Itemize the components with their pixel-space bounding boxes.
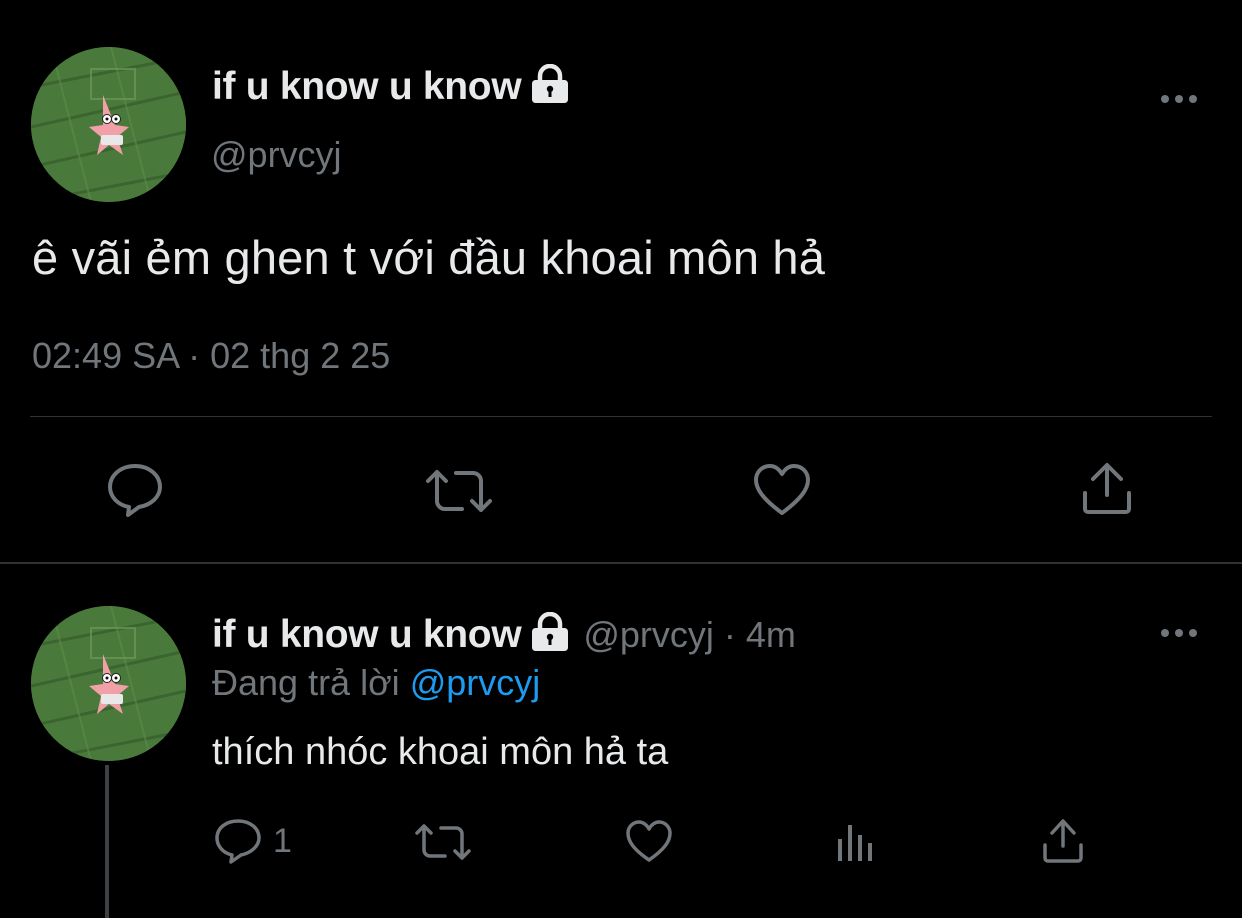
author-handle[interactable]: @prvcyj xyxy=(211,134,342,176)
lock-icon xyxy=(529,611,571,657)
main-tweet-avatar[interactable] xyxy=(31,47,186,202)
more-options-icon[interactable] xyxy=(1160,92,1200,104)
analytics-icon[interactable] xyxy=(835,821,877,868)
thread-line xyxy=(105,765,109,918)
reply-tweet-avatar[interactable] xyxy=(31,606,186,761)
lock-icon xyxy=(529,63,571,109)
patrick-star-avatar-image xyxy=(31,47,186,202)
replying-prefix: Đang trả lời xyxy=(212,662,400,703)
display-name[interactable]: if u know u know xyxy=(212,613,522,657)
more-options-icon[interactable] xyxy=(1160,626,1200,638)
reply-text: thích nhóc khoai môn hả ta xyxy=(212,731,669,773)
tweet-timestamp[interactable]: 02:49 SA · 02 thg 2 25 xyxy=(32,335,390,377)
reply-icon[interactable] xyxy=(214,818,262,869)
reply-icon[interactable] xyxy=(106,462,164,523)
reply-tweet-author[interactable]: if u know u know @prvcyj · 4m xyxy=(212,611,796,657)
like-icon[interactable] xyxy=(753,463,811,522)
section-divider xyxy=(0,562,1242,564)
patrick-star-avatar-image xyxy=(31,606,186,761)
tweet-text: ê vãi ẻm ghen t với đầu khoai môn hả xyxy=(32,231,826,284)
main-tweet-author[interactable]: if u know u know xyxy=(212,63,571,109)
replying-handle-link[interactable]: @prvcyj xyxy=(410,662,541,703)
share-icon[interactable] xyxy=(1081,461,1133,522)
replying-to: Đang trả lời @prvcyj xyxy=(212,662,540,704)
retweet-icon[interactable] xyxy=(424,467,494,520)
reply-count: 1 xyxy=(273,822,292,860)
retweet-icon[interactable] xyxy=(414,822,472,867)
share-icon[interactable] xyxy=(1041,818,1085,869)
handle-and-time[interactable]: @prvcyj · 4m xyxy=(583,614,796,656)
like-icon[interactable] xyxy=(625,819,673,868)
divider xyxy=(30,416,1212,417)
display-name[interactable]: if u know u know xyxy=(212,65,522,109)
